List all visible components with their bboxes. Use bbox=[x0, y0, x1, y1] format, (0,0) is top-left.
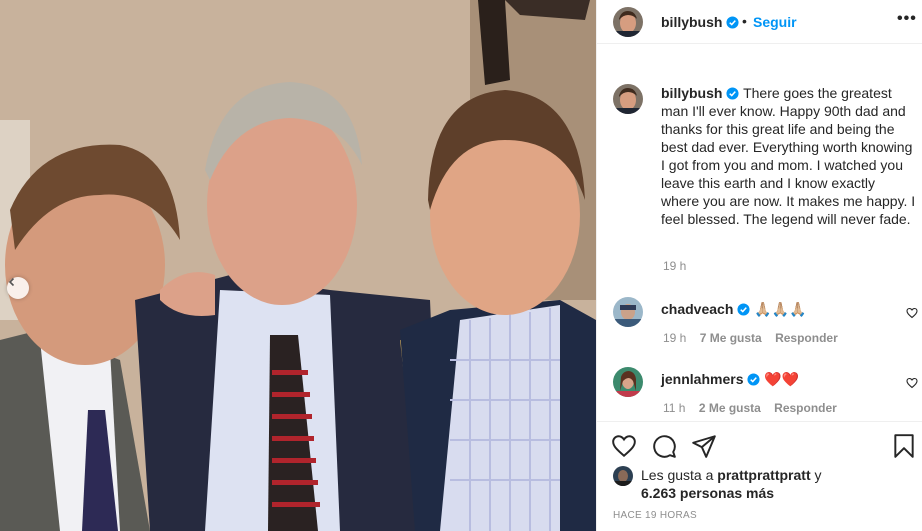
comment-text: ❤️❤️ bbox=[764, 371, 800, 387]
comment-username[interactable]: chadveach bbox=[661, 301, 733, 317]
verified-badge-icon bbox=[726, 87, 739, 100]
comment-time: 11 h bbox=[663, 401, 686, 415]
likes-count[interactable]: 6.263 personas más bbox=[641, 485, 774, 501]
caption-text: There goes the greatest man I'll ever kn… bbox=[661, 85, 916, 227]
likes-prefix: Les gusta a bbox=[641, 467, 714, 483]
carousel-prev-button[interactable] bbox=[7, 277, 29, 299]
separator-dot: • bbox=[742, 13, 747, 29]
bookmark-icon[interactable] bbox=[891, 433, 917, 459]
like-heart-icon[interactable] bbox=[611, 433, 637, 459]
author-avatar[interactable] bbox=[613, 7, 643, 37]
post-side-panel: billybush • Seguir ••• billybush There g… bbox=[596, 0, 922, 531]
comment-icon[interactable] bbox=[651, 433, 677, 459]
author-username[interactable]: billybush bbox=[661, 14, 739, 30]
comment-likes[interactable]: 2 Me gusta bbox=[699, 401, 761, 415]
comment-line: chadveach 🙏🏼🙏🏼🙏🏼 bbox=[661, 301, 807, 318]
reply-button[interactable]: Responder bbox=[774, 401, 837, 415]
comment-meta: 11 h 2 Me gusta Responder bbox=[663, 401, 847, 415]
caption-username[interactable]: billybush bbox=[661, 85, 722, 101]
verified-badge-icon bbox=[726, 16, 739, 29]
likes-line: Les gusta a prattprattpratt y bbox=[641, 467, 822, 483]
follow-button[interactable]: Seguir bbox=[753, 14, 797, 30]
commenter-avatar[interactable] bbox=[613, 367, 643, 397]
comment-time: 19 h bbox=[663, 331, 687, 345]
comment-line: jennlahmers ❤️❤️ bbox=[661, 371, 799, 388]
reply-button[interactable]: Responder bbox=[775, 331, 838, 345]
verified-badge-icon bbox=[747, 373, 761, 386]
post-actions-bar bbox=[597, 421, 922, 471]
share-icon[interactable] bbox=[691, 433, 717, 459]
post-caption: billybush There goes the greatest man I'… bbox=[661, 84, 917, 228]
heart-icon[interactable] bbox=[906, 307, 918, 319]
commenter-avatar[interactable] bbox=[613, 297, 643, 327]
likes-suffix: y bbox=[814, 467, 822, 483]
comment-text: 🙏🏼🙏🏼🙏🏼 bbox=[754, 301, 807, 317]
post-header: billybush • Seguir ••• bbox=[597, 0, 922, 44]
comment-meta: 19 h 7 Me gusta Responder bbox=[663, 331, 848, 345]
comment-username[interactable]: jennlahmers bbox=[661, 371, 743, 387]
caption-author-avatar[interactable] bbox=[613, 84, 643, 114]
heart-icon[interactable] bbox=[906, 377, 918, 389]
chevron-left-icon bbox=[8, 277, 15, 287]
photo-illustration bbox=[0, 0, 596, 531]
caption-time: 19 h bbox=[663, 259, 687, 273]
comment-likes[interactable]: 7 Me gusta bbox=[700, 331, 762, 345]
more-options-icon[interactable]: ••• bbox=[897, 10, 917, 28]
liker-username[interactable]: prattprattpratt bbox=[717, 467, 810, 483]
liker-avatar[interactable] bbox=[613, 466, 633, 486]
post-photo[interactable] bbox=[0, 0, 596, 531]
post-timestamp[interactable]: HACE 19 HORAS bbox=[613, 510, 697, 521]
verified-badge-icon bbox=[737, 303, 750, 316]
